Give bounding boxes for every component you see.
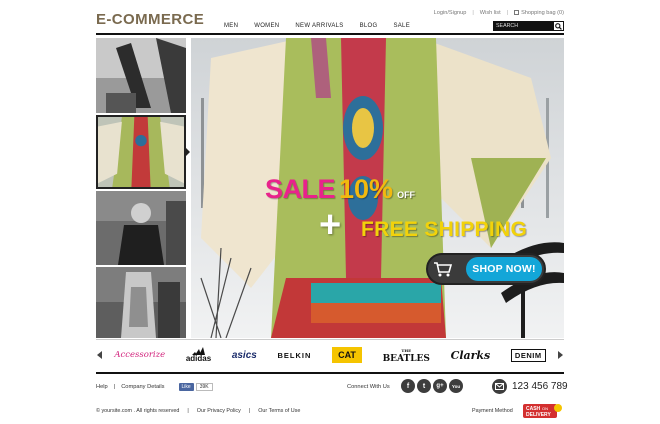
help-link[interactable]: Help: [96, 384, 108, 390]
brand-belkin[interactable]: BELKIN: [278, 351, 312, 360]
search-icon: [555, 22, 562, 30]
twitter-icon[interactable]: t: [417, 379, 431, 393]
account-links: Login/Signup | Wish list | Shopping bag …: [434, 10, 564, 16]
social-icons: f t g+ You: [401, 379, 463, 393]
connect-label: Connect With Us: [347, 384, 390, 390]
free-shipping-text: FREE SHIPPING: [361, 218, 528, 241]
facebook-like-widget: Like 39K: [178, 383, 213, 391]
sale-headline: SALE 10% OFF: [265, 174, 415, 205]
brand-asics[interactable]: asics: [232, 350, 257, 361]
header-rule: [96, 33, 564, 35]
brand-next-button[interactable]: [556, 351, 564, 359]
hero-banner[interactable]: SALE 10% OFF + FREE SHIPPING SHOP NOW!: [191, 38, 564, 338]
facebook-like-count: 39K: [195, 383, 213, 391]
shop-now-button[interactable]: SHOP NOW!: [426, 253, 546, 285]
shopping-bag-link[interactable]: Shopping bag (0): [514, 10, 564, 16]
brand-adidas[interactable]: adidas: [186, 347, 211, 363]
footer-legal: © yoursite.com . All rights reserved | O…: [96, 408, 300, 414]
mail-icon[interactable]: [492, 379, 507, 394]
divider: |: [248, 408, 251, 414]
brand-prev-button[interactable]: [96, 351, 104, 359]
terms-of-use-link[interactable]: Our Terms of Use: [258, 408, 300, 414]
divider: |: [113, 384, 116, 390]
brand-adidas-label: adidas: [185, 354, 212, 363]
wish-list-link[interactable]: Wish list: [480, 10, 501, 16]
privacy-policy-link[interactable]: Our Privacy Policy: [197, 408, 241, 414]
brand-accessorize[interactable]: Accessorize: [114, 350, 165, 360]
google-plus-icon[interactable]: g+: [433, 379, 447, 393]
active-thumb-pointer: [186, 148, 190, 156]
brand-beatles[interactable]: THE BEATLES: [382, 347, 430, 364]
thumbnail-1[interactable]: [96, 38, 186, 113]
nav-item-sale[interactable]: SALE: [393, 23, 410, 29]
divider: |: [506, 10, 509, 16]
payment-method-label: Payment Method: [472, 408, 513, 414]
bag-icon: [514, 10, 520, 16]
brand-cat[interactable]: CAT: [332, 347, 362, 363]
nav-item-men[interactable]: MEN: [224, 23, 238, 29]
brand-carousel: Accessorize adidas asics BELKIN CAT THE …: [96, 342, 564, 368]
search-bar: [493, 21, 564, 31]
nav-item-new-arrivals[interactable]: NEW ARRIVALS: [295, 23, 343, 29]
phone-number: 123 456 789: [512, 381, 568, 392]
divider: |: [472, 10, 474, 16]
brand-beatles-label: BEATLES: [382, 354, 430, 364]
sale-text: SALE: [265, 174, 336, 204]
cod-line-3: DELIVERY: [526, 412, 551, 418]
off-text: OFF: [397, 190, 416, 200]
youtube-icon[interactable]: You: [449, 379, 463, 393]
site-logo[interactable]: E-COMMERCE: [96, 11, 204, 28]
facebook-like-button[interactable]: Like: [178, 383, 194, 391]
cash-on-delivery-badge: CASH ON DELIVERY: [523, 404, 562, 418]
thumbnail-4[interactable]: [96, 267, 186, 338]
nav-item-blog[interactable]: BLOG: [360, 23, 378, 29]
footer-rule: [96, 372, 564, 374]
company-details-link[interactable]: Company Details: [121, 384, 164, 390]
brand-clarks[interactable]: Clarks: [451, 349, 491, 362]
copyright-text: © yoursite.com . All rights reserved: [96, 408, 180, 414]
thumbnail-2[interactable]: [96, 115, 186, 189]
footer-links: Help | Company Details Like 39K: [96, 383, 213, 391]
shop-now-label: SHOP NOW!: [466, 257, 542, 281]
hero-bottom-rule: [96, 339, 564, 340]
search-input[interactable]: [493, 21, 553, 31]
thumbnail-3[interactable]: [96, 191, 186, 265]
cod-line-2: ON: [542, 406, 548, 411]
plus-sign: +: [319, 204, 342, 246]
facebook-icon[interactable]: f: [401, 379, 415, 393]
main-nav: MEN WOMEN NEW ARRIVALS BLOG SALE: [224, 23, 410, 29]
contact-phone: 123 456 789: [492, 379, 568, 394]
login-signup-link[interactable]: Login/Signup: [434, 10, 467, 16]
discount-text: 10%: [339, 174, 394, 204]
divider: |: [187, 408, 189, 414]
search-button[interactable]: [553, 21, 564, 31]
thumbnail-strip: [96, 38, 186, 338]
nav-item-women[interactable]: WOMEN: [254, 23, 279, 29]
cart-icon: [428, 255, 458, 283]
chevron-right-icon: [558, 351, 563, 359]
brand-denim[interactable]: DENIM: [510, 348, 546, 362]
chevron-left-icon: [97, 351, 102, 359]
shopping-bag-label: Shopping bag (0): [521, 10, 564, 16]
